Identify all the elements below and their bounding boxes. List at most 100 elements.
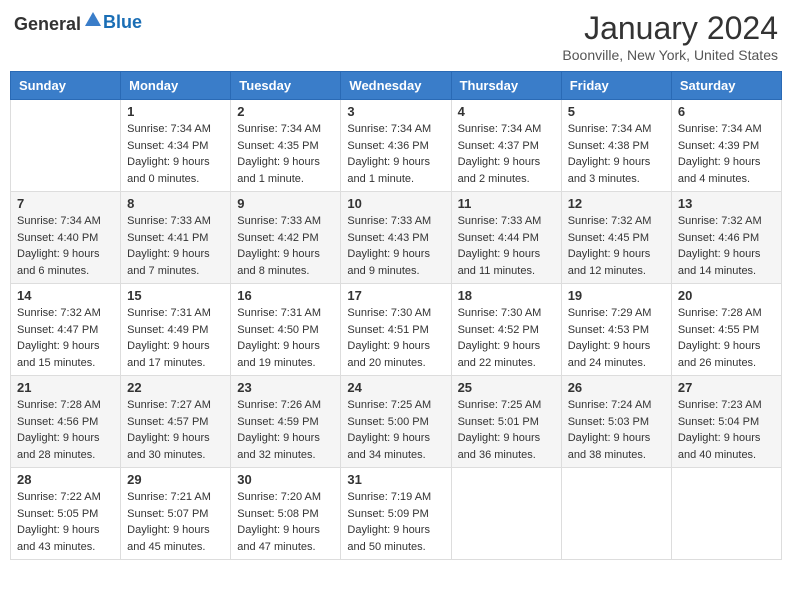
day-info: Sunrise: 7:33 AMSunset: 4:43 PMDaylight:…	[347, 213, 444, 279]
calendar-cell: 2 Sunrise: 7:34 AMSunset: 4:35 PMDaylight…	[231, 100, 341, 192]
calendar-day-header: Wednesday	[341, 72, 451, 100]
calendar-cell: 21 Sunrise: 7:28 AMSunset: 4:56 PMDayligh…	[11, 376, 121, 468]
day-info: Sunrise: 7:25 AMSunset: 5:01 PMDaylight:…	[458, 397, 555, 463]
calendar-day-header: Friday	[561, 72, 671, 100]
day-number: 16	[237, 288, 334, 303]
day-info: Sunrise: 7:26 AMSunset: 4:59 PMDaylight:…	[237, 397, 334, 463]
day-info: Sunrise: 7:30 AMSunset: 4:51 PMDaylight:…	[347, 305, 444, 371]
calendar-cell: 8 Sunrise: 7:33 AMSunset: 4:41 PMDaylight…	[121, 192, 231, 284]
calendar-cell	[671, 468, 781, 560]
day-number: 15	[127, 288, 224, 303]
calendar-cell: 27 Sunrise: 7:23 AMSunset: 5:04 PMDayligh…	[671, 376, 781, 468]
day-info: Sunrise: 7:30 AMSunset: 4:52 PMDaylight:…	[458, 305, 555, 371]
day-info: Sunrise: 7:34 AMSunset: 4:37 PMDaylight:…	[458, 121, 555, 187]
calendar-cell: 13Sunrise: 7:32 AMSunset: 4:46 PMDayligh…	[671, 192, 781, 284]
day-info: Sunrise: 7:27 AMSunset: 4:57 PMDaylight:…	[127, 397, 224, 463]
logo-icon	[83, 10, 103, 30]
day-info: Sunrise: 7:34 AMSunset: 4:39 PMDaylight:…	[678, 121, 775, 187]
day-info: Sunrise: 7:32 AMSunset: 4:46 PMDaylight:…	[678, 213, 775, 279]
day-info: Sunrise: 7:24 AMSunset: 5:03 PMDaylight:…	[568, 397, 665, 463]
calendar-cell	[451, 468, 561, 560]
calendar-cell: 1Sunrise: 7:34 AMSunset: 4:34 PMDaylight…	[121, 100, 231, 192]
day-number: 12	[568, 196, 665, 211]
day-number: 14	[17, 288, 114, 303]
day-number: 11	[458, 196, 555, 211]
calendar-cell: 31 Sunrise: 7:19 AMSunset: 5:09 PMDayligh…	[341, 468, 451, 560]
logo: General Blue	[14, 10, 142, 35]
day-number: 29	[127, 472, 224, 487]
day-number: 28	[17, 472, 114, 487]
calendar-cell: 23 Sunrise: 7:26 AMSunset: 4:59 PMDayligh…	[231, 376, 341, 468]
day-number: 27	[678, 380, 775, 395]
day-number: 19	[568, 288, 665, 303]
day-info: Sunrise: 7:34 AMSunset: 4:34 PMDaylight:…	[127, 121, 224, 187]
calendar-cell: 6Sunrise: 7:34 AMSunset: 4:39 PMDaylight…	[671, 100, 781, 192]
calendar-cell: 15 Sunrise: 7:31 AMSunset: 4:49 PMDayligh…	[121, 284, 231, 376]
day-info: Sunrise: 7:28 AMSunset: 4:56 PMDaylight:…	[17, 397, 114, 463]
calendar-cell: 17 Sunrise: 7:30 AMSunset: 4:51 PMDayligh…	[341, 284, 451, 376]
day-info: Sunrise: 7:33 AMSunset: 4:44 PMDaylight:…	[458, 213, 555, 279]
day-number: 21	[17, 380, 114, 395]
day-info: Sunrise: 7:34 AMSunset: 4:40 PMDaylight:…	[17, 213, 114, 279]
day-info: Sunrise: 7:31 AMSunset: 4:49 PMDaylight:…	[127, 305, 224, 371]
calendar-cell: 12 Sunrise: 7:32 AMSunset: 4:45 PMDayligh…	[561, 192, 671, 284]
calendar-week-row: 14 Sunrise: 7:32 AMSunset: 4:47 PMDayligh…	[11, 284, 782, 376]
location: Boonville, New York, United States	[562, 47, 778, 63]
day-info: Sunrise: 7:33 AMSunset: 4:42 PMDaylight:…	[237, 213, 334, 279]
day-info: Sunrise: 7:31 AMSunset: 4:50 PMDaylight:…	[237, 305, 334, 371]
day-info: Sunrise: 7:20 AMSunset: 5:08 PMDaylight:…	[237, 489, 334, 555]
calendar-cell: 7 Sunrise: 7:34 AMSunset: 4:40 PMDaylight…	[11, 192, 121, 284]
day-number: 8	[127, 196, 224, 211]
calendar-cell: 30 Sunrise: 7:20 AMSunset: 5:08 PMDayligh…	[231, 468, 341, 560]
calendar-cell: 3Sunrise: 7:34 AMSunset: 4:36 PMDaylight…	[341, 100, 451, 192]
day-number: 24	[347, 380, 444, 395]
calendar-cell: 22 Sunrise: 7:27 AMSunset: 4:57 PMDayligh…	[121, 376, 231, 468]
calendar-cell: 20 Sunrise: 7:28 AMSunset: 4:55 PMDayligh…	[671, 284, 781, 376]
calendar-cell	[11, 100, 121, 192]
calendar-body: 1Sunrise: 7:34 AMSunset: 4:34 PMDaylight…	[11, 100, 782, 560]
calendar-cell	[561, 468, 671, 560]
calendar-cell: 29Sunrise: 7:21 AMSunset: 5:07 PMDayligh…	[121, 468, 231, 560]
calendar-cell: 5Sunrise: 7:34 AMSunset: 4:38 PMDaylight…	[561, 100, 671, 192]
calendar-week-row: 1Sunrise: 7:34 AMSunset: 4:34 PMDaylight…	[11, 100, 782, 192]
calendar-cell: 24 Sunrise: 7:25 AMSunset: 5:00 PMDayligh…	[341, 376, 451, 468]
day-info: Sunrise: 7:32 AMSunset: 4:47 PMDaylight:…	[17, 305, 114, 371]
title-area: January 2024 Boonville, New York, United…	[562, 10, 778, 63]
day-number: 22	[127, 380, 224, 395]
day-info: Sunrise: 7:32 AMSunset: 4:45 PMDaylight:…	[568, 213, 665, 279]
day-info: Sunrise: 7:33 AMSunset: 4:41 PMDaylight:…	[127, 213, 224, 279]
calendar-cell: 10 Sunrise: 7:33 AMSunset: 4:43 PMDayligh…	[341, 192, 451, 284]
calendar-cell: 19Sunrise: 7:29 AMSunset: 4:53 PMDayligh…	[561, 284, 671, 376]
day-info: Sunrise: 7:23 AMSunset: 5:04 PMDaylight:…	[678, 397, 775, 463]
calendar-cell: 28Sunrise: 7:22 AMSunset: 5:05 PMDayligh…	[11, 468, 121, 560]
day-number: 20	[678, 288, 775, 303]
day-number: 10	[347, 196, 444, 211]
day-info: Sunrise: 7:25 AMSunset: 5:00 PMDaylight:…	[347, 397, 444, 463]
day-number: 3	[347, 104, 444, 119]
calendar-week-row: 21 Sunrise: 7:28 AMSunset: 4:56 PMDayligh…	[11, 376, 782, 468]
day-info: Sunrise: 7:34 AMSunset: 4:38 PMDaylight:…	[568, 121, 665, 187]
day-number: 7	[17, 196, 114, 211]
calendar-cell: 16 Sunrise: 7:31 AMSunset: 4:50 PMDayligh…	[231, 284, 341, 376]
calendar-week-row: 7 Sunrise: 7:34 AMSunset: 4:40 PMDaylight…	[11, 192, 782, 284]
calendar-header-row: SundayMondayTuesdayWednesdayThursdayFrid…	[11, 72, 782, 100]
calendar-day-header: Saturday	[671, 72, 781, 100]
day-number: 23	[237, 380, 334, 395]
day-number: 4	[458, 104, 555, 119]
calendar-cell: 9 Sunrise: 7:33 AMSunset: 4:42 PMDaylight…	[231, 192, 341, 284]
day-number: 30	[237, 472, 334, 487]
day-info: Sunrise: 7:34 AMSunset: 4:35 PMDaylight:…	[237, 121, 334, 187]
day-number: 31	[347, 472, 444, 487]
day-number: 25	[458, 380, 555, 395]
day-info: Sunrise: 7:19 AMSunset: 5:09 PMDaylight:…	[347, 489, 444, 555]
day-number: 17	[347, 288, 444, 303]
logo-blue-text: Blue	[103, 12, 142, 32]
calendar-day-header: Thursday	[451, 72, 561, 100]
day-number: 2	[237, 104, 334, 119]
calendar-day-header: Sunday	[11, 72, 121, 100]
calendar-week-row: 28Sunrise: 7:22 AMSunset: 5:05 PMDayligh…	[11, 468, 782, 560]
day-number: 9	[237, 196, 334, 211]
calendar-cell: 11 Sunrise: 7:33 AMSunset: 4:44 PMDayligh…	[451, 192, 561, 284]
day-info: Sunrise: 7:28 AMSunset: 4:55 PMDaylight:…	[678, 305, 775, 371]
calendar-table: SundayMondayTuesdayWednesdayThursdayFrid…	[10, 71, 782, 560]
